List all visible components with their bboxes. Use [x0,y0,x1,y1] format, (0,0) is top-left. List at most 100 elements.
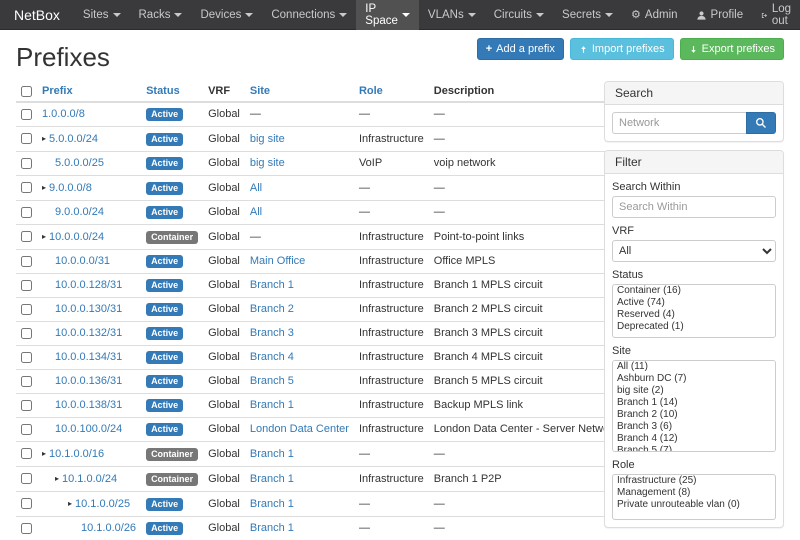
nav-item-circuits[interactable]: Circuits [485,0,553,30]
prefix-link[interactable]: 10.0.0.132/31 [55,327,122,339]
prefix-link[interactable]: 10.1.0.0/24 [62,473,117,485]
row-checkbox[interactable] [21,400,32,411]
export-prefixes-button[interactable]: Export prefixes [680,38,784,60]
nav-item-sites[interactable]: Sites [74,0,130,30]
row-checkbox[interactable] [21,424,32,435]
select-option[interactable]: Infrastructure (25) [613,475,775,487]
prefix-link[interactable]: 5.0.0.0/24 [49,133,98,145]
prefix-link[interactable]: 10.0.0.138/31 [55,399,122,411]
site-link[interactable]: big site [250,133,285,145]
row-checkbox[interactable] [21,473,32,484]
site-link[interactable]: Main Office [250,255,305,267]
status-filter-listbox[interactable]: Container (16)Active (74)Reserved (4)Dep… [612,284,776,338]
column-header[interactable]: Prefix [37,81,141,102]
site-link[interactable]: Branch 1 [250,498,294,510]
nav-item-connections[interactable]: Connections [262,0,356,30]
site-link[interactable]: Branch 1 [250,473,294,485]
prefix-link[interactable]: 10.0.0.134/31 [55,351,122,363]
expand-arrow-icon[interactable]: ▸ [42,134,46,143]
prefix-link[interactable]: 10.0.0.136/31 [55,375,122,387]
row-checkbox[interactable] [21,304,32,315]
site-link[interactable]: All [250,182,262,194]
prefix-link[interactable]: 10.0.0.128/31 [55,279,122,291]
select-option[interactable]: All (11) [613,361,775,373]
site-link[interactable]: All [250,206,262,218]
site-link[interactable]: Branch 2 [250,303,294,315]
row-checkbox[interactable] [21,352,32,363]
prefix-link[interactable]: 1.0.0.0/8 [42,108,85,120]
select-option[interactable]: Reserved (4) [613,309,775,321]
search-submit-button[interactable] [746,112,776,134]
select-option[interactable]: Branch 3 (6) [613,421,775,433]
row-checkbox[interactable] [21,133,32,144]
prefix-link[interactable]: 5.0.0.0/25 [55,157,104,169]
site-link[interactable]: Branch 4 [250,351,294,363]
select-option[interactable]: Branch 1 (14) [613,397,775,409]
row-checkbox[interactable] [21,207,32,218]
prefix-link[interactable]: 10.0.100.0/24 [55,423,122,435]
search-input[interactable] [612,112,746,134]
row-checkbox[interactable] [21,523,32,534]
row-checkbox[interactable] [21,376,32,387]
prefix-link[interactable]: 10.1.0.0/16 [49,448,104,460]
prefix-link[interactable]: 9.0.0.0/24 [55,206,104,218]
column-header[interactable]: Status [141,81,203,102]
row-checkbox[interactable] [21,280,32,291]
select-option[interactable]: Branch 4 (12) [613,433,775,445]
row-checkbox[interactable] [21,182,32,193]
expand-arrow-icon[interactable]: ▸ [42,232,46,241]
row-checkbox[interactable] [21,109,32,120]
nav-item-secrets[interactable]: Secrets [553,0,622,30]
select-option[interactable]: Container (16) [613,285,775,297]
select-option[interactable]: Active (74) [613,297,775,309]
prefix-link[interactable]: 10.1.0.0/25 [75,498,130,510]
site-link[interactable]: Branch 3 [250,327,294,339]
prefix-link[interactable]: 9.0.0.0/8 [49,182,92,194]
site-link[interactable]: Branch 5 [250,375,294,387]
row-checkbox[interactable] [21,328,32,339]
select-option[interactable]: Branch 2 (10) [613,409,775,421]
search-within-input[interactable] [612,196,776,218]
row-checkbox[interactable] [21,231,32,242]
prefix-link[interactable]: 10.0.0.130/31 [55,303,122,315]
vrf-select[interactable]: All [612,240,776,262]
prefix-link[interactable]: 10.0.0.0/31 [55,255,110,267]
column-header[interactable]: Role [354,81,429,102]
row-checkbox[interactable] [21,448,32,459]
select-option[interactable]: Deprecated (1) [613,321,775,333]
expand-arrow-icon[interactable]: ▸ [42,183,46,192]
brand-link[interactable]: NetBox [0,0,74,29]
site-link[interactable]: London Data Center [250,423,349,435]
site-filter-listbox[interactable]: All (11)Ashburn DC (7)big site (2)Branch… [612,360,776,452]
site-link[interactable]: Branch 1 [250,399,294,411]
nav-item-ip-space[interactable]: IP Space [356,0,419,30]
admin-link[interactable]: ⚙ Admin [622,0,686,30]
select-option[interactable]: Private unrouteable vlan (0) [613,499,775,511]
select-option[interactable]: Ashburn DC (7) [613,373,775,385]
select-all-checkbox[interactable] [21,86,32,97]
column-header[interactable]: Site [245,81,354,102]
import-prefixes-button[interactable]: Import prefixes [570,38,674,60]
expand-arrow-icon[interactable]: ▸ [55,474,59,483]
profile-link[interactable]: Profile [687,0,753,30]
site-link[interactable]: Branch 1 [250,448,294,460]
expand-arrow-icon[interactable]: ▸ [42,449,46,458]
select-option[interactable]: Management (8) [613,487,775,499]
logout-link[interactable]: Log out [752,0,800,30]
site-link[interactable]: Branch 1 [250,279,294,291]
role-filter-listbox[interactable]: Infrastructure (25)Management (8)Private… [612,474,776,520]
select-option[interactable]: Branch 5 (7) [613,445,775,452]
expand-arrow-icon[interactable]: ▸ [68,499,72,508]
row-checkbox[interactable] [21,498,32,509]
prefix-link[interactable]: 10.0.0.0/24 [49,231,104,243]
site-link[interactable]: big site [250,157,285,169]
nav-item-devices[interactable]: Devices [191,0,262,30]
add-prefix-button[interactable]: + Add a prefix [477,38,564,60]
row-checkbox[interactable] [21,256,32,267]
nav-item-vlans[interactable]: VLANs [419,0,485,30]
prefix-link[interactable]: 10.1.0.0/26 [81,522,136,534]
select-option[interactable]: big site (2) [613,385,775,397]
nav-item-racks[interactable]: Racks [130,0,192,30]
row-checkbox[interactable] [21,158,32,169]
site-link[interactable]: Branch 1 [250,522,294,534]
